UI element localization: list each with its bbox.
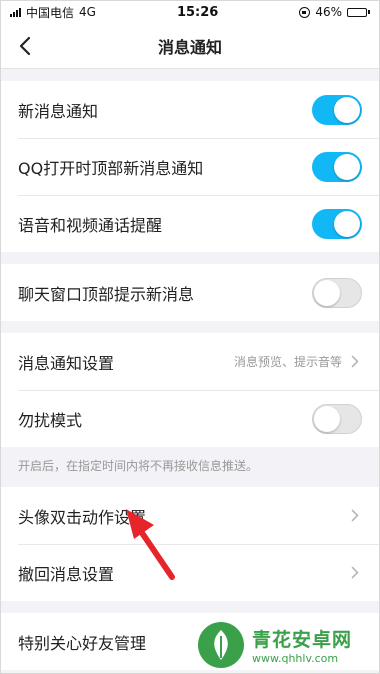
network-label: 4G — [79, 5, 96, 19]
avatar-double-tap-row[interactable]: 头像双击动作设置 — [0, 487, 380, 544]
dnd-toggle[interactable] — [312, 403, 362, 434]
qq-open-top-notify-row: QQ打开时顶部新消息通知 — [0, 138, 380, 195]
carrier-label: 中国电信 — [26, 5, 75, 20]
notify-settings-label: 消息通知设置 — [18, 353, 115, 373]
qq-open-top-notify-label: QQ打开时顶部新消息通知 — [18, 158, 204, 178]
chat-window-top-row: 聊天窗口顶部提示新消息 — [0, 264, 380, 321]
main-toggles-group: 新消息通知 QQ打开时顶部新消息通知 语音和视频通话提醒 — [0, 81, 380, 252]
chevron-right-icon — [348, 509, 362, 523]
recall-settings-row[interactable]: 撤回消息设置 — [0, 544, 380, 601]
special-friends-label: 特别关心好友管理 — [18, 633, 147, 653]
signal-icon — [10, 7, 21, 17]
chevron-right-icon — [348, 566, 362, 580]
call-reminder-row: 语音和视频通话提醒 — [0, 195, 380, 252]
dnd-label: 勿扰模式 — [18, 410, 83, 430]
battery-percent: 46% — [315, 5, 342, 19]
watermark-logo-icon — [198, 622, 244, 668]
notify-settings-group: 消息通知设置 消息预览、提示音等 勿扰模式 — [0, 333, 380, 447]
call-reminder-label: 语音和视频通话提醒 — [18, 215, 163, 235]
annotation-arrow-icon — [126, 509, 175, 580]
watermark: 青花安卓网 www.qhhlv.com — [196, 620, 352, 670]
battery-icon — [346, 7, 370, 17]
rotation-lock-icon — [299, 6, 311, 18]
qq-open-top-notify-toggle[interactable] — [312, 151, 362, 182]
chat-window-top-label: 聊天窗口顶部提示新消息 — [18, 284, 195, 304]
chat-window-top-toggle[interactable] — [312, 277, 362, 308]
recall-settings-label: 撤回消息设置 — [18, 564, 115, 584]
status-time: 15:26 — [176, 4, 219, 20]
actions-group: 头像双击动作设置 撤回消息设置 — [0, 487, 380, 601]
chevron-right-icon — [348, 355, 362, 369]
new-message-notify-row: 新消息通知 — [0, 81, 380, 138]
notify-settings-row[interactable]: 消息通知设置 消息预览、提示音等 — [0, 333, 380, 390]
status-bar: 中国电信 4G 15:26 46% — [0, 0, 380, 24]
watermark-url: www.qhhlv.com — [252, 652, 339, 665]
dnd-row: 勿扰模式 — [0, 390, 380, 447]
call-reminder-toggle[interactable] — [312, 208, 362, 239]
back-icon[interactable] — [12, 33, 38, 59]
nav-bar: 消息通知 — [0, 24, 380, 69]
chat-window-group: 聊天窗口顶部提示新消息 — [0, 264, 380, 321]
dnd-note: 开启后，在指定时间内将不再接收信息推送。 — [0, 447, 380, 487]
new-message-notify-toggle[interactable] — [312, 94, 362, 125]
page-title: 消息通知 — [157, 38, 222, 57]
new-message-notify-label: 新消息通知 — [18, 101, 99, 121]
watermark-name: 青花安卓网 — [252, 629, 353, 651]
notify-settings-value: 消息预览、提示音等 — [233, 355, 342, 369]
